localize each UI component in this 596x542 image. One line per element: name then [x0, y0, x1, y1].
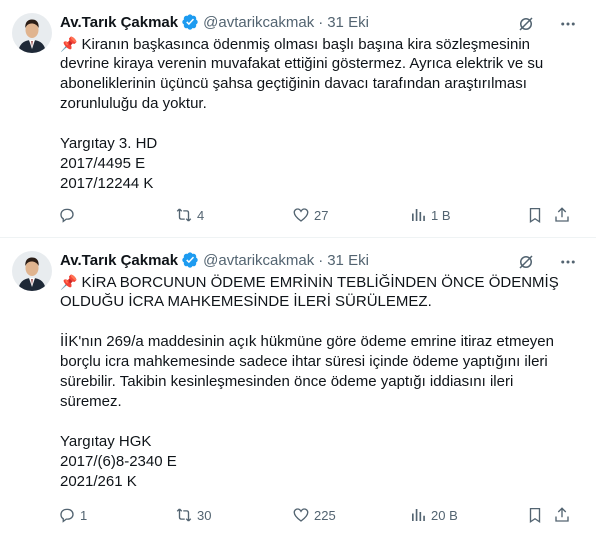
tweet-line: 2017/4495 E	[60, 155, 146, 172]
tweet-line: 📌 KİRA BORCUNUN ÖDEME EMRİNİN TEBLİĞİNDEN…	[60, 274, 559, 291]
tweet-actions: 4 27 1 B	[56, 205, 580, 225]
bookmark-icon	[529, 507, 541, 524]
pushpin-icon: 📌	[60, 36, 78, 52]
tweet-2[interactable]: Av.Tarık Çakmak @avtarikcakmak · 31 Eki …	[0, 238, 596, 542]
tweet-line: süremez.	[60, 393, 122, 410]
tweet-actions: 1 30 225 20 B	[56, 505, 580, 525]
tweet-header: Av.Tarık Çakmak @avtarikcakmak · 31 Eki	[60, 11, 586, 33]
tweet-line: zorunluluğu da yoktur.	[60, 95, 207, 112]
repost-count: 4	[197, 207, 205, 223]
views-button[interactable]: 1 B	[409, 206, 451, 224]
bookmark-button[interactable]	[526, 506, 544, 524]
tweet-line: İİK'nın 269/a maddesinin açık hükmüne gö…	[60, 333, 554, 350]
tweet-line: 2017/12244 K	[60, 175, 154, 192]
avatar[interactable]	[12, 251, 52, 291]
repost-count: 30	[197, 507, 212, 523]
author-name[interactable]: Av.Tarık Çakmak	[60, 252, 178, 269]
more-options-icon[interactable]	[558, 14, 578, 34]
views-icon	[412, 209, 425, 221]
tweet-line: Yargıtay 3. HD	[60, 135, 158, 152]
share-icon	[555, 207, 569, 222]
bookmark-icon	[529, 207, 541, 224]
repost-button[interactable]: 30	[175, 506, 211, 524]
tweet-line: 2017/(6)8-2340 E	[60, 453, 177, 470]
views-icon	[412, 509, 425, 521]
tweet-line: borçlu icra mahkemesinde sadece ihtar sü…	[60, 353, 548, 370]
tweet-date[interactable]: 31 Eki	[327, 14, 369, 31]
verified-badge-icon	[181, 13, 199, 31]
share-button[interactable]	[553, 206, 571, 224]
author-handle[interactable]: @avtarikcakmak	[203, 14, 314, 31]
separator-dot: ·	[318, 13, 324, 31]
bookmark-button[interactable]	[526, 206, 544, 224]
tweet-line: aboneliklerinin üçüncü şahsa geçtiğinin …	[60, 75, 527, 92]
views-button[interactable]: 20 B	[409, 506, 458, 524]
share-icon	[555, 507, 569, 522]
tweet-line: 2021/261 K	[60, 473, 137, 490]
verified-badge-icon	[181, 251, 199, 269]
repost-button[interactable]: 4	[175, 206, 204, 224]
tweet-date[interactable]: 31 Eki	[327, 252, 369, 269]
separator-dot: ·	[318, 251, 324, 269]
tweet-1[interactable]: Av.Tarık Çakmak @avtarikcakmak · 31 Eki …	[0, 0, 596, 238]
tweet-line: 📌 Kiranın başkasınca ödenmiş olması başlı…	[60, 36, 530, 53]
tweet-line: OLDUĞU İCRA MAHKEMESİNDE İLERİ SÜRÜLEMEZ…	[60, 293, 432, 310]
view-count: 20 B	[431, 507, 458, 523]
pushpin-icon: 📌	[60, 274, 78, 290]
reply-count: 1	[80, 507, 88, 523]
reply-button[interactable]	[58, 206, 80, 224]
tweet-line: sürebilir. Takibin kesinleşmesinden önce…	[60, 373, 514, 390]
view-count: 1 B	[431, 207, 451, 223]
grok-icon[interactable]	[516, 252, 536, 272]
tweet-line: Yargıtay HGK	[60, 433, 152, 450]
reply-icon	[60, 208, 74, 223]
grok-icon[interactable]	[516, 14, 536, 34]
repost-icon	[176, 208, 192, 222]
tweet-text: 📌 KİRA BORCUNUN ÖDEME EMRİNİN TEBLİĞİNDEN…	[60, 272, 580, 492]
like-button[interactable]: 27	[292, 206, 328, 224]
tweet-text: 📌 Kiranın başkasınca ödenmiş olması başlı…	[60, 34, 580, 194]
author-name[interactable]: Av.Tarık Çakmak	[60, 14, 178, 31]
heart-icon	[293, 208, 309, 222]
avatar[interactable]	[12, 13, 52, 53]
author-handle[interactable]: @avtarikcakmak	[203, 252, 314, 269]
tweet-line: devrine kiraya verenin muvafakat ettiğin…	[60, 55, 544, 72]
like-button[interactable]: 225	[292, 506, 336, 524]
share-button[interactable]	[553, 506, 571, 524]
like-count: 27	[314, 207, 329, 223]
like-count: 225	[314, 507, 336, 523]
more-options-icon[interactable]	[558, 252, 578, 272]
repost-icon	[176, 508, 192, 522]
reply-icon	[60, 508, 74, 523]
heart-icon	[293, 508, 309, 522]
tweet-header: Av.Tarık Çakmak @avtarikcakmak · 31 Eki	[60, 249, 586, 271]
reply-button[interactable]: 1	[58, 506, 87, 524]
